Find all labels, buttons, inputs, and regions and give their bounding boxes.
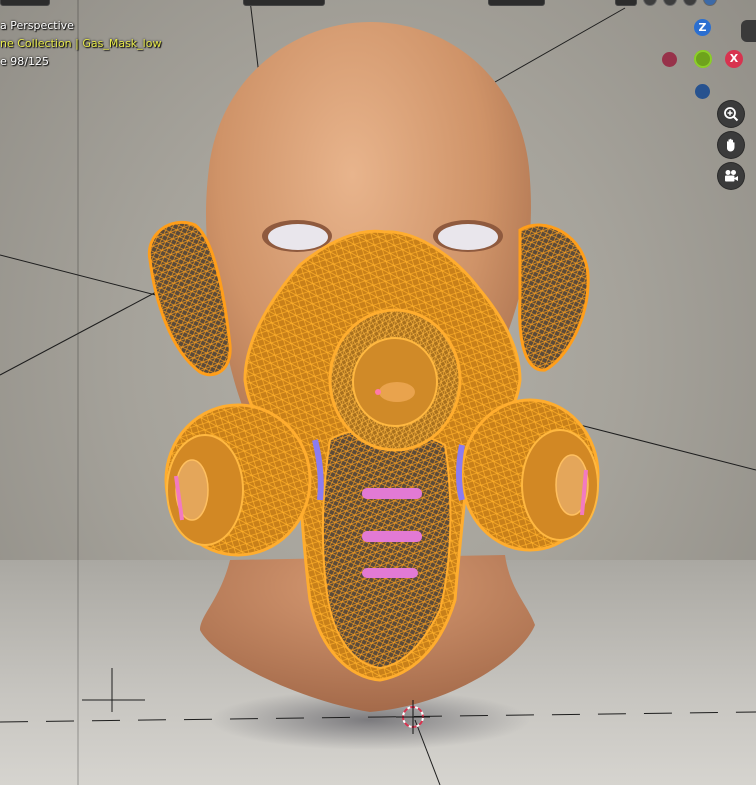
shading-material-icon[interactable] (683, 0, 697, 6)
header-fragment[interactable] (488, 0, 545, 6)
header-fragment[interactable] (0, 0, 50, 6)
right-glint (456, 444, 465, 501)
frame-info-label: e 98/125 (0, 55, 49, 68)
sidebar-toggle[interactable] (741, 20, 756, 42)
scene-render (0, 0, 756, 785)
zoom-button[interactable] (718, 101, 744, 127)
axis-neg-x-handle[interactable] (662, 52, 677, 67)
viewport-header (0, 0, 756, 8)
vent-2 (362, 531, 422, 542)
right-strap-mesh (518, 223, 590, 372)
vent-3 (362, 568, 418, 578)
axis-z-handle[interactable]: Z (694, 19, 711, 36)
camera-icon (725, 170, 738, 182)
shading-rendered-icon[interactable] (703, 0, 717, 6)
pan-button[interactable] (718, 132, 744, 158)
axis-neg-z-handle[interactable] (695, 84, 710, 99)
axis-y-handle[interactable] (694, 50, 712, 68)
vent-1 (362, 488, 422, 499)
right-eye (438, 224, 498, 250)
hand-icon (727, 138, 735, 152)
zoom-in-icon (724, 107, 739, 122)
center-valve-dot (375, 389, 381, 395)
left-eye (268, 224, 328, 250)
header-fragment[interactable] (615, 0, 637, 6)
3d-viewport[interactable]: a Perspective ne Collection | Gas_Mask_l… (0, 0, 756, 785)
shading-solid-icon[interactable] (663, 0, 677, 6)
shading-wireframe-icon[interactable] (643, 0, 657, 6)
axis-x-handle[interactable]: X (725, 50, 743, 68)
camera-button[interactable] (718, 163, 744, 189)
center-valve-core (379, 382, 415, 402)
collection-path-label: ne Collection | Gas_Mask_low (0, 37, 162, 50)
view-name-label: a Perspective (0, 19, 74, 32)
header-fragment[interactable] (243, 0, 325, 6)
center-valve-inner (352, 337, 438, 427)
